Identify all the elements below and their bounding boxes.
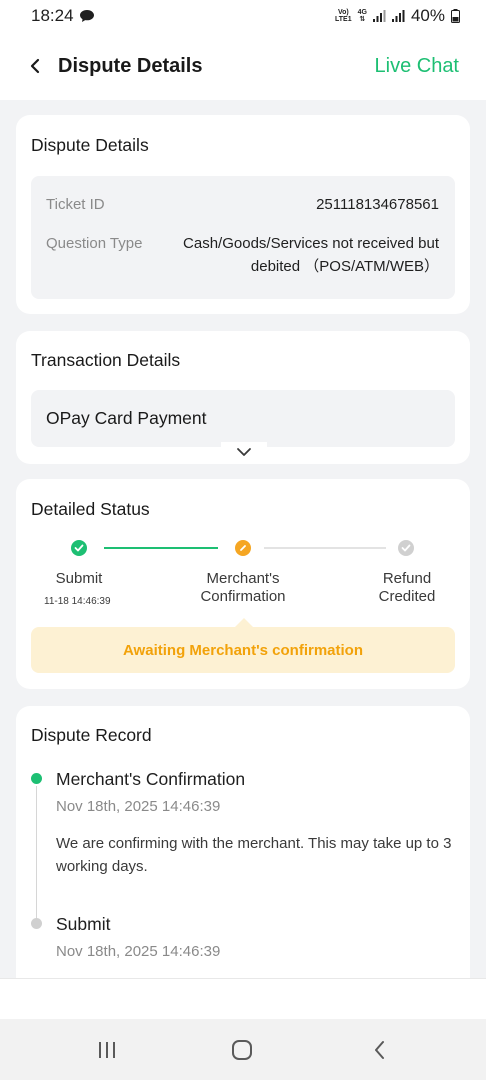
network-type-label: 4G [357, 9, 367, 16]
data-arrows-icon: ⇅ [359, 16, 366, 23]
timeline-dot-inactive [31, 918, 42, 929]
live-chat-button[interactable]: Live Chat [375, 55, 460, 78]
question-type-value: Cash/Goods/Services not received but deb… [183, 235, 439, 275]
detailed-status-card: Detailed Status Submit 11-18 14:46:39 Me… [16, 479, 470, 689]
detailed-status-heading: Detailed Status [31, 499, 150, 519]
battery-percent: 40% [410, 6, 445, 25]
ticket-id-value: 251118134678561 [316, 196, 439, 213]
transaction-details-heading: Transaction Details [31, 350, 181, 370]
dispute-details-heading: Dispute Details [31, 135, 149, 155]
step-submit-check-icon [71, 540, 87, 556]
status-bar: 18:24 Vo) LTE1 4G ⇅ 40% [0, 0, 486, 32]
step-submit-time: 11-18 14:46:39 [44, 596, 111, 607]
record-entry-time: Nov 18th, 2025 14:46:39 [56, 943, 221, 960]
dispute-details-card: Dispute Details Ticket ID 25111813467856… [16, 115, 470, 314]
step-refund-label: Refund Credited [378, 570, 436, 605]
dispute-record-heading: Dispute Record [31, 725, 152, 745]
expand-transaction-button[interactable] [221, 442, 267, 464]
record-entry-title: Merchant's Confirmation [56, 769, 246, 789]
signal-1-icon [372, 10, 386, 22]
dispute-record-card: Dispute Record Merchant's Confirmation N… [16, 706, 470, 996]
ticket-id-label: Ticket ID [46, 196, 105, 213]
progress-line-done [104, 547, 218, 549]
transaction-item[interactable]: OPay Card Payment [31, 390, 455, 447]
banner-pointer [235, 618, 253, 627]
system-nav-bar [0, 1019, 486, 1080]
volte-label: Vo) [337, 9, 349, 16]
message-notification-icon [79, 10, 94, 22]
back-arrow-icon[interactable] [30, 56, 46, 76]
lte-label: LTE1 [335, 16, 352, 23]
record-entry-title: Submit [56, 914, 111, 934]
chevron-down-icon [236, 444, 252, 462]
question-type-label: Question Type [46, 235, 143, 252]
step-submit-label: Submit [55, 570, 103, 587]
back-icon[interactable] [366, 1037, 392, 1063]
progress-line-pending [264, 547, 386, 549]
signal-2-icon [391, 10, 405, 22]
step-merchant-label: Merchant's Confirmation [200, 570, 286, 605]
battery-icon [451, 9, 460, 23]
status-time: 18:24 [31, 6, 74, 25]
record-entry-time: Nov 18th, 2025 14:46:39 [56, 798, 221, 815]
record-entry-desc: We are confirming with the merchant. Thi… [56, 835, 452, 875]
network-type-indicator: 4G ⇅ [358, 9, 367, 23]
step-merchant-clock-icon [235, 540, 251, 556]
bottom-strip [0, 978, 486, 1019]
transaction-details-card: Transaction Details OPay Card Payment [16, 331, 470, 464]
step-refund-check-icon [398, 540, 414, 556]
recent-apps-icon[interactable] [94, 1037, 120, 1063]
page-title: Dispute Details [58, 54, 203, 77]
volte-indicator: Vo) LTE1 [335, 9, 352, 23]
timeline-dot-active [31, 773, 42, 784]
dispute-info-box: Ticket ID 251118134678561 Question Type … [31, 176, 455, 299]
timeline-line [36, 786, 37, 919]
app-header: Dispute Details Live Chat [0, 32, 486, 100]
home-icon[interactable] [229, 1037, 255, 1063]
status-banner: Awaiting Merchant's confirmation [31, 627, 455, 673]
